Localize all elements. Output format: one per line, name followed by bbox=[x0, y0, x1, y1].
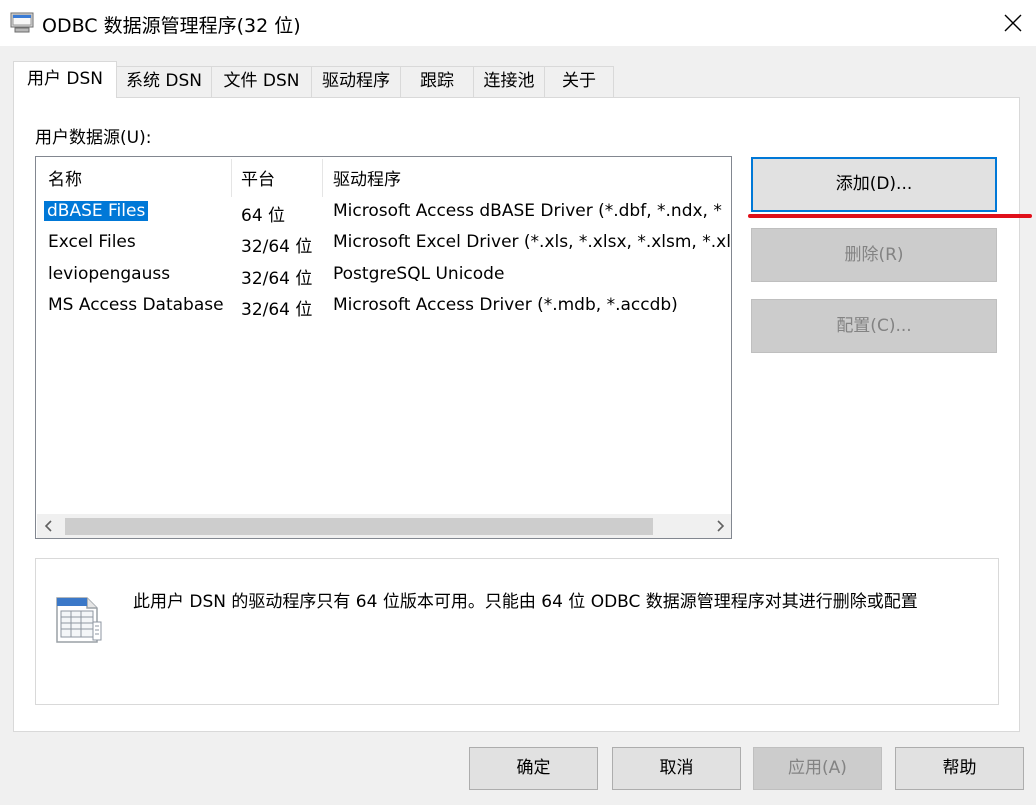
chevron-left-icon bbox=[44, 520, 52, 532]
info-message: 此用户 DSN 的驱动程序只有 64 位版本可用。只能由 64 位 ODBC 数… bbox=[133, 592, 918, 612]
cancel-button[interactable]: 取消 bbox=[612, 747, 741, 790]
dsn-driver: Microsoft Access dBASE Driver (*.dbf, *.… bbox=[333, 201, 722, 221]
dsn-name: leviopengauss bbox=[48, 264, 171, 284]
dsn-platform: 32/64 位 bbox=[241, 237, 313, 257]
tab-user-dsn[interactable]: 用户 DSN bbox=[13, 61, 117, 98]
title-bar: ODBC 数据源管理程序(32 位) bbox=[0, 0, 1036, 46]
dsn-name: MS Access Database bbox=[48, 295, 224, 315]
dsn-driver: Microsoft Excel Driver (*.xls, *.xlsx, *… bbox=[333, 232, 732, 252]
column-header-name[interactable]: 名称 bbox=[48, 165, 82, 190]
apply-button[interactable]: 应用(A) bbox=[753, 747, 882, 790]
column-header-platform[interactable]: 平台 bbox=[241, 165, 275, 190]
tab-system-dsn[interactable]: 系统 DSN bbox=[116, 66, 212, 97]
remove-button[interactable]: 删除(R) bbox=[751, 228, 997, 282]
close-button[interactable] bbox=[990, 0, 1036, 46]
horizontal-scrollbar[interactable] bbox=[37, 514, 731, 538]
red-annotation-underline bbox=[748, 214, 1032, 218]
data-source-icon bbox=[53, 594, 105, 651]
table-row[interactable]: leviopengauss 32/64 位 PostgreSQL Unicode bbox=[36, 260, 731, 292]
table-row[interactable]: MS Access Database 32/64 位 Microsoft Acc… bbox=[36, 291, 731, 323]
table-row[interactable]: dBASE Files 64 位 Microsoft Access dBASE … bbox=[36, 197, 731, 229]
odbc-app-icon bbox=[10, 10, 34, 34]
add-button[interactable]: 添加(D)... bbox=[751, 157, 997, 212]
column-separator[interactable] bbox=[231, 159, 232, 197]
scrollbar-thumb[interactable] bbox=[65, 518, 653, 535]
ok-button[interactable]: 确定 bbox=[469, 747, 598, 790]
tab-about[interactable]: 关于 bbox=[544, 66, 614, 97]
tab-tracing[interactable]: 跟踪 bbox=[400, 66, 474, 97]
tab-drivers[interactable]: 驱动程序 bbox=[311, 66, 401, 97]
tab-file-dsn[interactable]: 文件 DSN bbox=[211, 66, 312, 97]
user-data-sources-label: 用户数据源(U): bbox=[35, 128, 152, 148]
scroll-right-button[interactable] bbox=[708, 514, 731, 538]
dsn-driver: PostgreSQL Unicode bbox=[333, 264, 505, 284]
user-dsn-list[interactable]: 名称 平台 驱动程序 dBASE Files 64 位 Microsoft Ac… bbox=[35, 156, 732, 539]
help-button[interactable]: 帮助 bbox=[895, 747, 1024, 790]
column-separator[interactable] bbox=[322, 159, 323, 197]
close-icon bbox=[1004, 14, 1022, 32]
window-title: ODBC 数据源管理程序(32 位) bbox=[42, 15, 301, 37]
table-row[interactable]: Excel Files 32/64 位 Microsoft Excel Driv… bbox=[36, 228, 731, 260]
tab-connection-pool[interactable]: 连接池 bbox=[473, 66, 545, 97]
dsn-name: dBASE Files bbox=[44, 201, 149, 221]
chevron-right-icon bbox=[717, 520, 725, 532]
dsn-platform: 32/64 位 bbox=[241, 269, 313, 289]
dsn-driver: Microsoft Access Driver (*.mdb, *.accdb) bbox=[333, 295, 678, 315]
info-box: 此用户 DSN 的驱动程序只有 64 位版本可用。只能由 64 位 ODBC 数… bbox=[35, 558, 999, 705]
column-header-driver[interactable]: 驱动程序 bbox=[333, 165, 401, 190]
dsn-platform: 32/64 位 bbox=[241, 300, 313, 320]
dsn-name: Excel Files bbox=[48, 232, 136, 252]
configure-button[interactable]: 配置(C)... bbox=[751, 299, 997, 353]
dsn-platform: 64 位 bbox=[241, 206, 286, 226]
scroll-left-button[interactable] bbox=[37, 514, 61, 538]
